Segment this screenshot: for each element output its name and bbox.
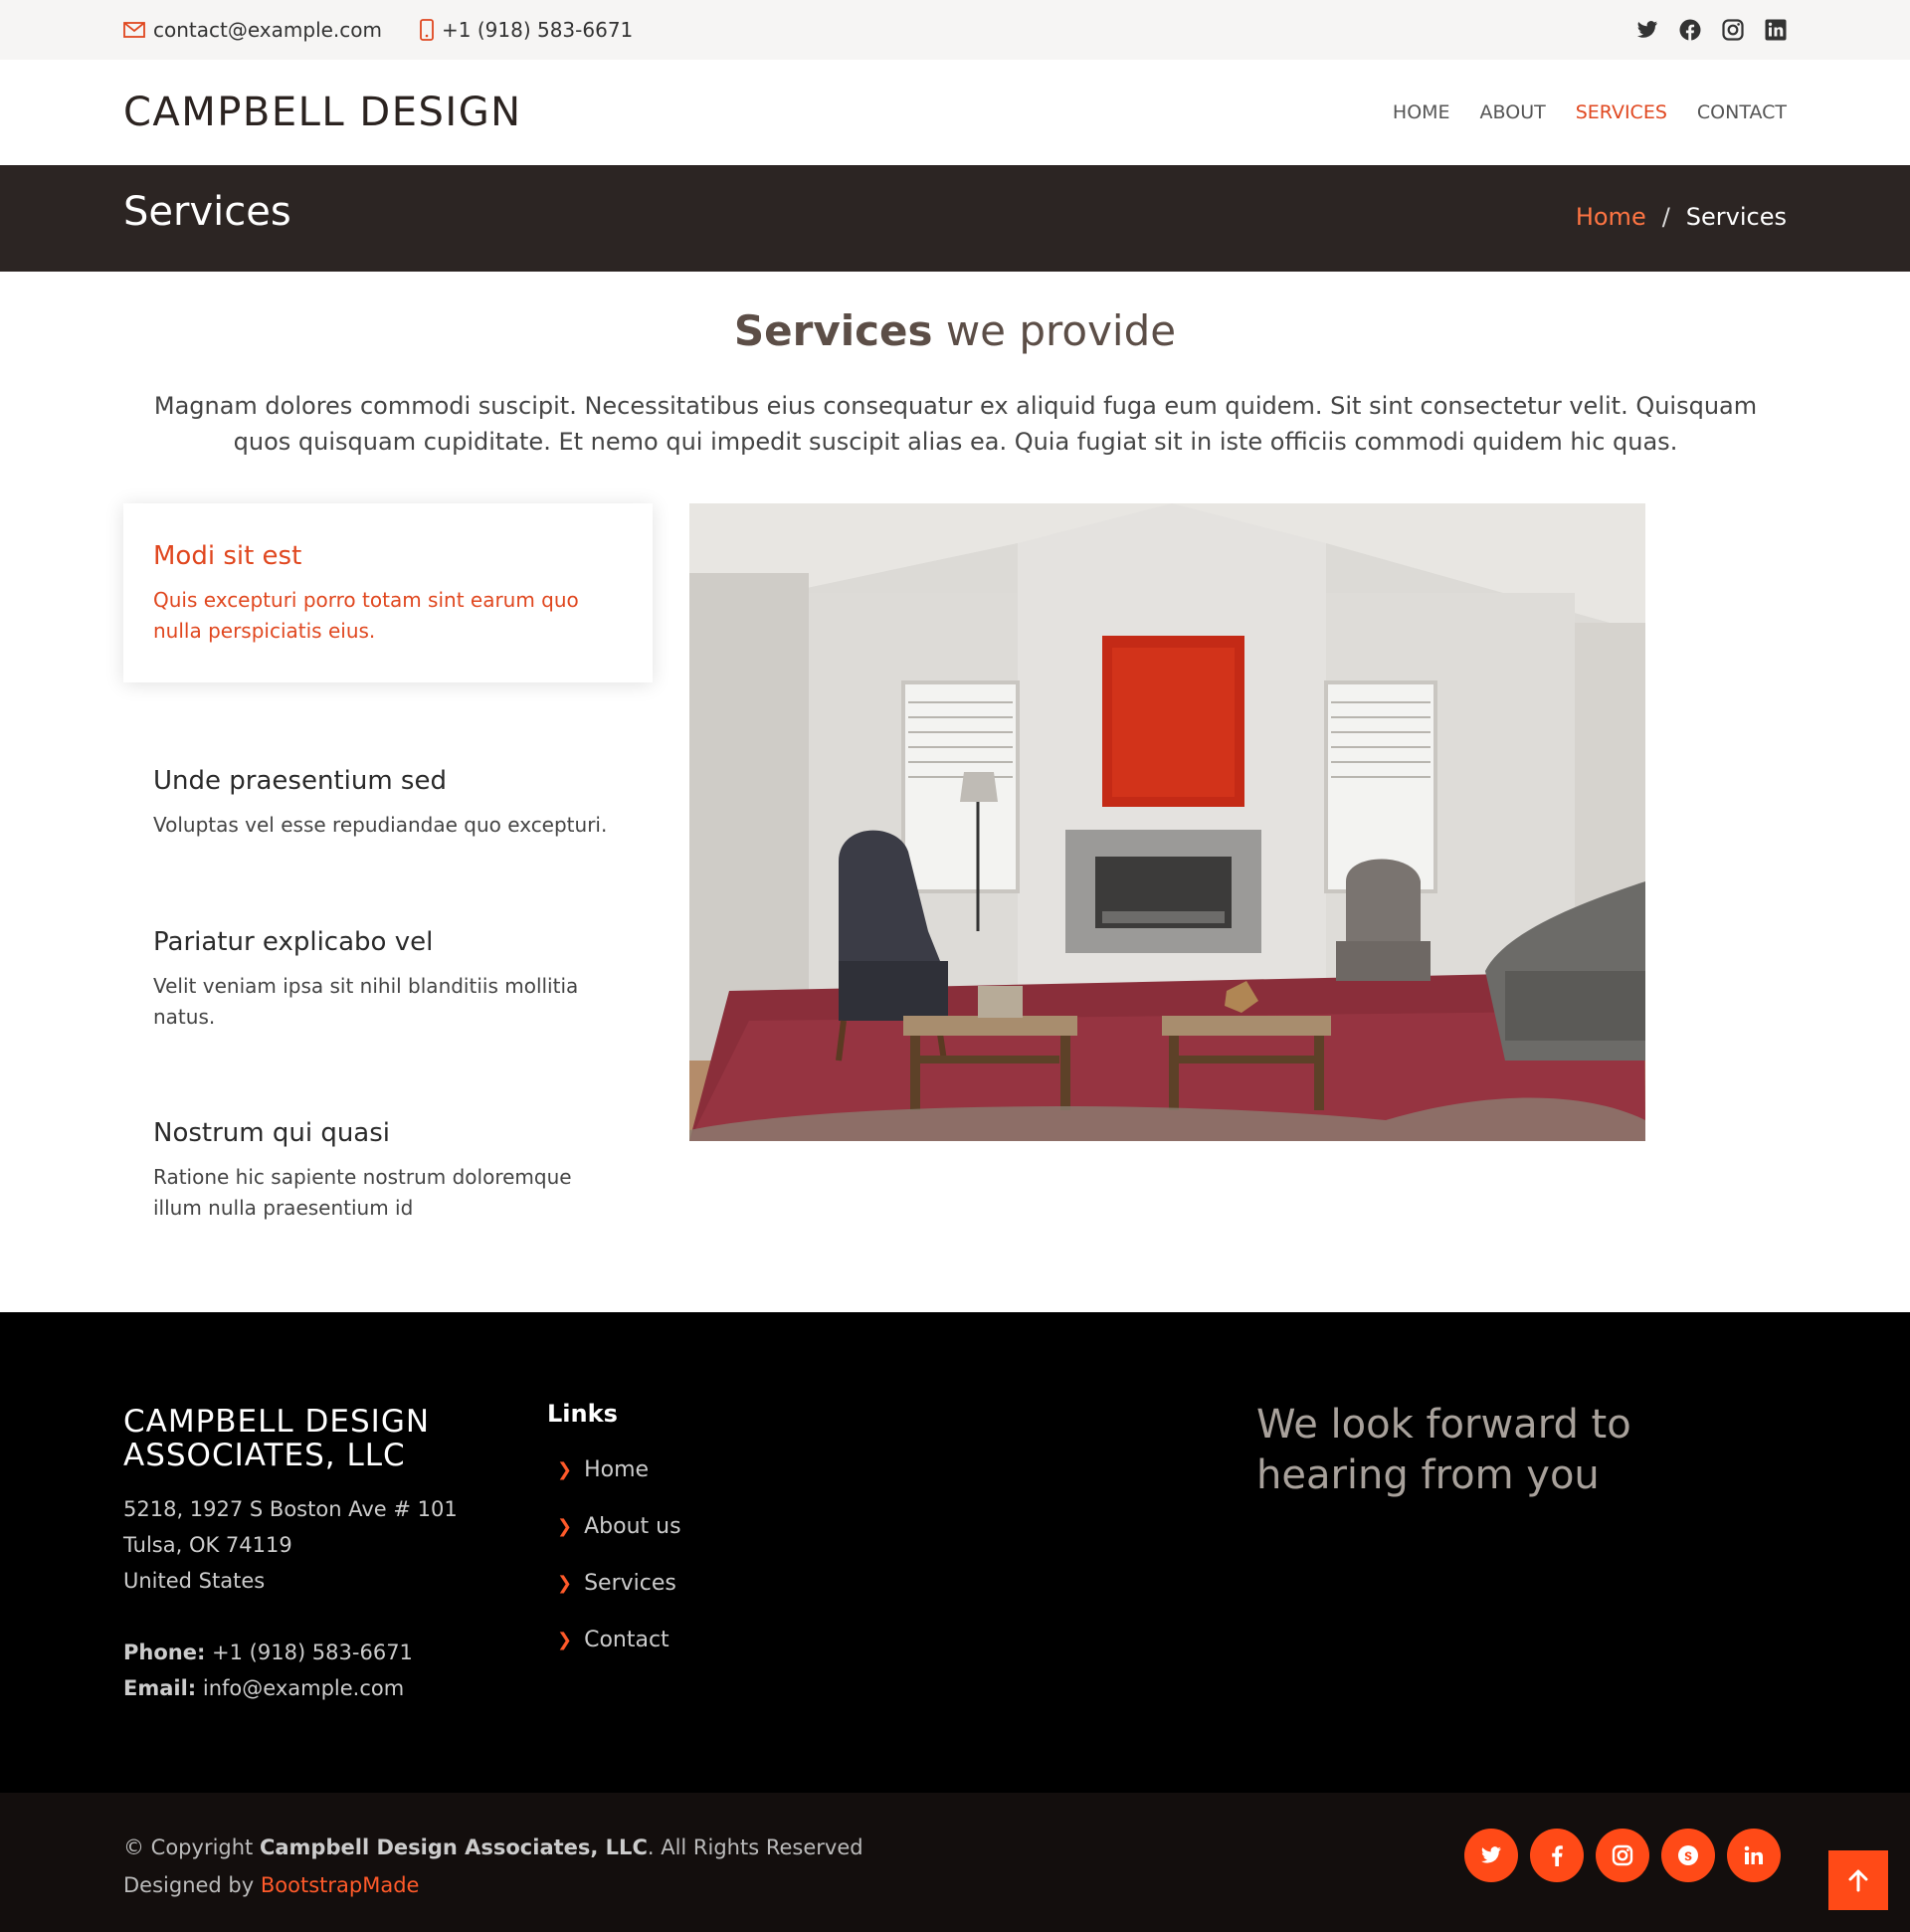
footer-slogan: We look forward to hearing from you [1256, 1402, 1631, 1498]
footer-link-label[interactable]: Contact [584, 1628, 669, 1652]
credits-line: Designed by BootstrapMade [123, 1866, 863, 1904]
top-phone-text[interactable]: +1 (918) 583-6671 [442, 18, 633, 42]
designer-link[interactable]: BootstrapMade [261, 1873, 420, 1897]
footer-link-about[interactable]: ❯ About us [557, 1514, 681, 1571]
services-tabs: Modi sit est Quis excepturi porro totam … [123, 503, 653, 1220]
copyright-line: © Copyright Campbell Design Associates, … [123, 1829, 863, 1866]
footer-link-home[interactable]: ❯ Home [557, 1457, 681, 1514]
service-tab-1[interactable]: Modi sit est Quis excepturi porro totam … [123, 503, 653, 682]
phone-icon [420, 19, 434, 41]
footer-social-links [1452, 1829, 1781, 1882]
service-tab-2[interactable]: Unde praesentium sed Voluptas vel esse r… [123, 730, 653, 841]
nav-about[interactable]: ABOUT [1480, 101, 1546, 123]
copyright-suffix: . All Rights Reserved [647, 1835, 863, 1859]
copyright: © Copyright Campbell Design Associates, … [123, 1829, 863, 1904]
arrow-up-icon [1848, 1869, 1868, 1892]
footer-phone-value[interactable]: +1 (918) 583-6671 [205, 1641, 413, 1664]
top-email[interactable]: contact@example.com [123, 18, 382, 42]
service-tab-text: Voluptas vel esse repudiandae quo except… [153, 813, 608, 837]
footer-link-label[interactable]: About us [584, 1514, 680, 1539]
skype-icon[interactable] [1661, 1829, 1715, 1882]
footer-link-services[interactable]: ❯ Services [557, 1571, 681, 1628]
footer-address: 5218, 1927 S Boston Ave # 101 Tulsa, OK … [123, 1491, 458, 1706]
envelope-icon [123, 22, 145, 38]
top-bar: contact@example.com +1 (918) 583-6671 [0, 0, 1910, 60]
twitter-icon[interactable] [1636, 20, 1658, 40]
services-description: Magnam dolores commodi suscipit. Necessi… [153, 392, 1758, 456]
footer-link-contact[interactable]: ❯ Contact [557, 1628, 681, 1684]
page-title: Services [123, 189, 291, 235]
breadcrumb-home[interactable]: Home [1576, 203, 1646, 231]
services-heading-rest: we provide [932, 306, 1177, 355]
chevron-right-icon: ❯ [557, 1630, 573, 1650]
service-tab-text: Ratione hic sapiente nostrum doloremque … [153, 1165, 572, 1220]
instagram-icon[interactable] [1596, 1829, 1649, 1882]
footer-email: Email: info@example.com [123, 1670, 458, 1706]
address-line-3: United States [123, 1569, 266, 1593]
service-tab-title: Nostrum qui quasi [153, 1118, 391, 1148]
top-social-links [1616, 0, 1787, 60]
service-tab-title: Unde praesentium sed [153, 766, 447, 796]
footer-email-label: Email: [123, 1676, 197, 1700]
footer-phone-label: Phone: [123, 1641, 206, 1664]
footer-link-label[interactable]: Home [584, 1457, 649, 1482]
top-phone[interactable]: +1 (918) 583-6671 [420, 18, 633, 42]
nav-contact[interactable]: CONTACT [1697, 101, 1787, 123]
nav-home[interactable]: HOME [1393, 101, 1450, 123]
site-footer: CAMPBELL DESIGN ASSOCIATES, LLC 5218, 19… [0, 1312, 1910, 1793]
footer-email-value[interactable]: info@example.com [196, 1676, 404, 1700]
chevron-right-icon: ❯ [557, 1516, 573, 1537]
twitter-icon[interactable] [1464, 1829, 1518, 1882]
footer-link-label[interactable]: Services [584, 1571, 676, 1596]
instagram-icon[interactable] [1722, 19, 1744, 41]
site-header: CAMPBELL DESIGN HOME ABOUT SERVICES CONT… [0, 60, 1910, 165]
services-heading: Services we provide [0, 306, 1910, 355]
chevron-right-icon: ❯ [557, 1459, 573, 1480]
footer-company-name: CAMPBELL DESIGN ASSOCIATES, LLC [123, 1404, 431, 1473]
linkedin-icon[interactable] [1727, 1829, 1781, 1882]
breadcrumbs-band: Services Home / Services [0, 165, 1910, 272]
address-line-2: Tulsa, OK 74119 [123, 1533, 292, 1557]
designed-by-label: Designed by [123, 1873, 261, 1897]
address-spacer [123, 1599, 458, 1635]
services-heading-bold: Services [733, 306, 933, 355]
copyright-name: Campbell Design Associates, LLC [259, 1835, 648, 1859]
chevron-right-icon: ❯ [557, 1573, 573, 1594]
breadcrumb: Home / Services [1576, 203, 1787, 231]
bottom-bar: © Copyright Campbell Design Associates, … [0, 1793, 1910, 1932]
main-nav: HOME ABOUT SERVICES CONTACT [1363, 101, 1787, 123]
service-tab-text: Quis excepturi porro totam sint earum qu… [153, 588, 579, 643]
service-tab-title: Pariatur explicabo vel [153, 927, 434, 957]
breadcrumb-current: Services [1685, 203, 1787, 231]
footer-phone: Phone: +1 (918) 583-6671 [123, 1635, 458, 1670]
service-tab-title: Modi sit est [153, 541, 302, 571]
service-tab-4[interactable]: Nostrum qui quasi Ratione hic sapiente n… [123, 1082, 653, 1224]
copyright-prefix: © Copyright [123, 1835, 260, 1859]
service-tab-text: Velit veniam ipsa sit nihil blanditiis m… [153, 974, 579, 1029]
nav-services[interactable]: SERVICES [1576, 101, 1667, 123]
service-image-living-room [689, 503, 1645, 1141]
footer-links-title: Links [547, 1400, 618, 1428]
breadcrumb-separator: / [1661, 203, 1670, 231]
linkedin-icon[interactable] [1765, 19, 1787, 41]
footer-links: ❯ Home ❯ About us ❯ Services ❯ Contact [557, 1457, 681, 1684]
site-logo[interactable]: CAMPBELL DESIGN [123, 90, 522, 135]
address-line-1: 5218, 1927 S Boston Ave # 101 [123, 1497, 458, 1521]
facebook-icon[interactable] [1679, 19, 1701, 41]
top-contact-info: contact@example.com +1 (918) 583-6671 [123, 0, 670, 60]
service-tab-3[interactable]: Pariatur explicabo vel Velit veniam ipsa… [123, 891, 653, 1033]
top-email-text[interactable]: contact@example.com [153, 18, 382, 42]
back-to-top-button[interactable] [1828, 1850, 1888, 1910]
facebook-icon[interactable] [1530, 1829, 1584, 1882]
